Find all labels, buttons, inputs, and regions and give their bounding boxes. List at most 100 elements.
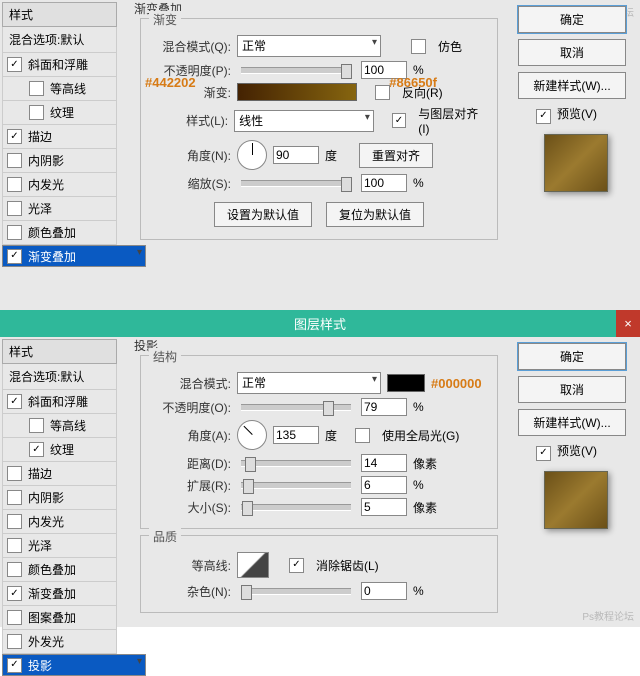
sidebar-item[interactable]: 渐变叠加: [2, 245, 146, 267]
opacity-input[interactable]: [361, 398, 407, 416]
effect-checkbox[interactable]: [7, 610, 22, 625]
effect-checkbox[interactable]: [7, 658, 22, 673]
scale-input[interactable]: [361, 174, 407, 192]
scale-slider[interactable]: [241, 180, 351, 187]
dialog-titlebar[interactable]: 图层样式 ×: [0, 310, 640, 337]
sidebar-item[interactable]: 内发光: [2, 510, 117, 534]
sidebar-item[interactable]: 纹理: [2, 438, 117, 462]
color-anno: #000000: [431, 376, 482, 391]
effect-checkbox[interactable]: [7, 634, 22, 649]
blend-mode-select[interactable]: 正常: [237, 372, 381, 394]
size-input[interactable]: [361, 498, 407, 516]
effect-checkbox[interactable]: [7, 225, 22, 240]
effect-checkbox[interactable]: [7, 57, 22, 72]
angle-input[interactable]: [273, 146, 319, 164]
sidebar-item[interactable]: 投影: [2, 654, 146, 676]
sidebar-item[interactable]: 外发光: [2, 630, 117, 654]
blend-options[interactable]: 混合选项:默认: [2, 27, 117, 53]
angle-dial[interactable]: [237, 140, 267, 170]
gradient-picker[interactable]: [237, 83, 357, 101]
style-select[interactable]: 线性: [234, 110, 374, 132]
effect-checkbox[interactable]: [7, 490, 22, 505]
ok-button[interactable]: 确定: [518, 6, 626, 33]
effect-checkbox[interactable]: [7, 153, 22, 168]
effect-checkbox[interactable]: [7, 538, 22, 553]
noise-slider[interactable]: [241, 588, 351, 595]
cancel-button[interactable]: 取消: [518, 376, 626, 403]
ok-button[interactable]: 确定: [518, 343, 626, 370]
sidebar-item-label: 内阴影: [28, 152, 64, 169]
sidebar-item-label: 渐变叠加: [28, 248, 76, 265]
sidebar-item[interactable]: 颜色叠加: [2, 221, 117, 245]
sidebar-item[interactable]: 内阴影: [2, 486, 117, 510]
preview-checkbox[interactable]: [536, 109, 551, 124]
bot-sidebar: 样式 混合选项:默认 斜面和浮雕等高线纹理描边内阴影内发光光泽颜色叠加渐变叠加图…: [2, 339, 117, 676]
angle-dial[interactable]: [237, 420, 267, 450]
effect-checkbox[interactable]: [7, 249, 22, 264]
effect-checkbox[interactable]: [7, 201, 22, 216]
effect-checkbox[interactable]: [7, 586, 22, 601]
sidebar-item-label: 等高线: [50, 80, 86, 97]
style-label: 样式(L):: [151, 112, 228, 129]
sidebar-item[interactable]: 等高线: [2, 414, 117, 438]
set-default-button[interactable]: 设置为默认值: [214, 202, 312, 227]
preview-checkbox[interactable]: [536, 446, 551, 461]
style-header[interactable]: 样式: [2, 339, 117, 364]
new-style-button[interactable]: 新建样式(W)...: [518, 409, 626, 436]
size-slider[interactable]: [241, 504, 351, 511]
sidebar-item[interactable]: 渐变叠加: [2, 582, 117, 606]
effect-checkbox[interactable]: [7, 394, 22, 409]
effect-checkbox[interactable]: [29, 442, 44, 457]
shadow-color-chip[interactable]: [387, 374, 425, 392]
sidebar-item[interactable]: 颜色叠加: [2, 558, 117, 582]
sidebar-item[interactable]: 纹理: [2, 101, 117, 125]
blend-options[interactable]: 混合选项:默认: [2, 364, 117, 390]
distance-slider[interactable]: [241, 460, 351, 467]
angle-input[interactable]: [273, 426, 319, 444]
close-button[interactable]: ×: [616, 310, 640, 337]
contour-picker[interactable]: [237, 552, 269, 578]
blend-mode-select[interactable]: 正常: [237, 35, 381, 57]
align-checkbox[interactable]: [392, 113, 407, 128]
sidebar-item[interactable]: 等高线: [2, 77, 117, 101]
sidebar-item[interactable]: 光泽: [2, 534, 117, 558]
dialog-title: 图层样式: [294, 317, 346, 332]
sidebar-item[interactable]: 描边: [2, 462, 117, 486]
new-style-button[interactable]: 新建样式(W)...: [518, 72, 626, 99]
reset-align-button[interactable]: 重置对齐: [359, 143, 433, 168]
effect-checkbox[interactable]: [29, 418, 44, 433]
angle-label: 角度(A):: [151, 427, 231, 444]
style-header[interactable]: 样式: [2, 2, 117, 27]
sidebar-item-label: 颜色叠加: [28, 561, 76, 578]
effect-checkbox[interactable]: [29, 105, 44, 120]
dither-checkbox[interactable]: [411, 39, 426, 54]
distance-label: 距离(D):: [151, 455, 231, 472]
structure-fieldset: 结构 混合模式: 正常 #000000 不透明度(O): % 角度(A): 度 …: [140, 355, 498, 529]
spread-slider[interactable]: [241, 482, 351, 489]
reset-default-button[interactable]: 复位为默认值: [326, 202, 424, 227]
effect-checkbox[interactable]: [7, 466, 22, 481]
global-light-checkbox[interactable]: [355, 428, 370, 443]
distance-input[interactable]: [361, 454, 407, 472]
sidebar-item[interactable]: 斜面和浮雕: [2, 53, 117, 77]
sidebar-item[interactable]: 斜面和浮雕: [2, 390, 117, 414]
effect-checkbox[interactable]: [7, 562, 22, 577]
opacity-slider[interactable]: [241, 404, 351, 411]
opacity-slider[interactable]: [241, 67, 351, 74]
antialias-checkbox[interactable]: [289, 558, 304, 573]
noise-input[interactable]: [361, 582, 407, 600]
sidebar-item[interactable]: 图案叠加: [2, 606, 117, 630]
cancel-button[interactable]: 取消: [518, 39, 626, 66]
sidebar-item[interactable]: 光泽: [2, 197, 117, 221]
sidebar-item[interactable]: 内阴影: [2, 149, 117, 173]
sidebar-item[interactable]: 描边: [2, 125, 117, 149]
effect-checkbox[interactable]: [7, 177, 22, 192]
reverse-checkbox[interactable]: [375, 85, 390, 100]
effect-checkbox[interactable]: [7, 129, 22, 144]
effect-checkbox[interactable]: [7, 514, 22, 529]
sidebar-item[interactable]: 内发光: [2, 173, 117, 197]
watermark: Ps教程论坛: [582, 608, 634, 623]
spread-input[interactable]: [361, 476, 407, 494]
effect-checkbox[interactable]: [29, 81, 44, 96]
sidebar-item-label: 光泽: [28, 200, 52, 217]
